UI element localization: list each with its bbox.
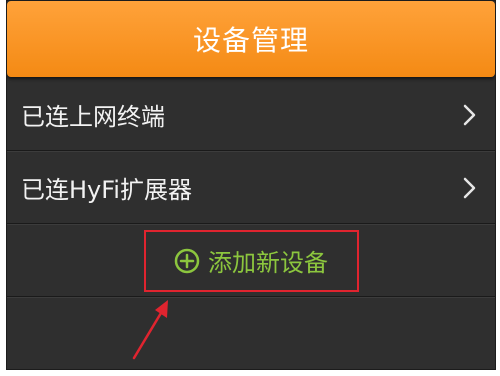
title-bar: 设备管理 <box>7 1 495 77</box>
annotation-arrow-icon <box>132 300 168 360</box>
device-management-screen: 设备管理 已连上网终端 已连HyFi扩展器 添加新设备 <box>6 0 496 370</box>
menu-item-label: 已连HyFi扩展器 <box>21 176 192 204</box>
chevron-right-icon <box>455 100 485 130</box>
add-device-label: 添加新设备 <box>208 249 328 277</box>
add-device-row: 添加新设备 <box>7 225 495 297</box>
menu-item-label: 已连上网终端 <box>21 103 165 131</box>
plus-circle-icon <box>174 248 200 274</box>
page-title: 设备管理 <box>192 24 309 57</box>
add-device-button[interactable]: 添加新设备 <box>143 229 359 292</box>
menu-item-connected-terminals[interactable]: 已连上网终端 <box>7 79 495 151</box>
menu-item-hyfi-extenders[interactable]: 已连HyFi扩展器 <box>7 152 495 224</box>
chevron-right-icon <box>455 173 485 203</box>
